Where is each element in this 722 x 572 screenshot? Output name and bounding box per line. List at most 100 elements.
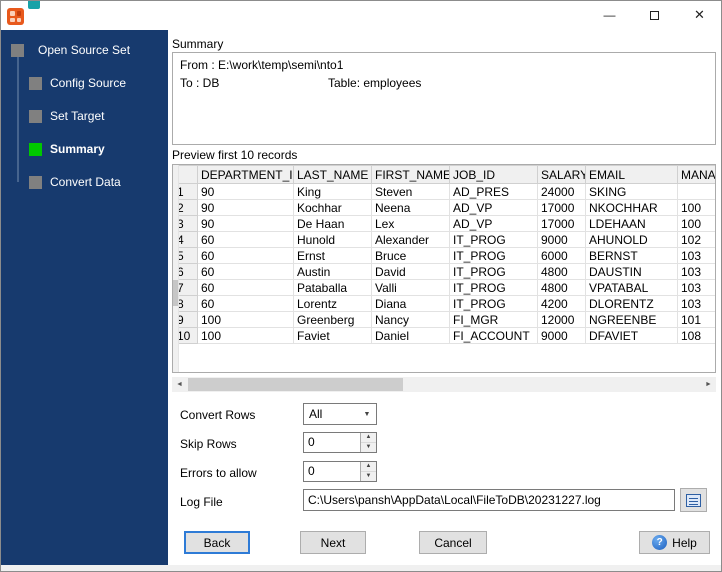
- table-row: 7 60 Pataballa Valli IT_PROG 4800 VPATABAL 103: [173, 279, 715, 296]
- cell: 103: [677, 295, 715, 312]
- cell: IT_PROG: [449, 279, 538, 296]
- minimize-button[interactable]: —: [587, 0, 632, 30]
- wizard-step-summary[interactable]: Summary: [0, 143, 168, 157]
- table-row: 10 100 Faviet Daniel FI_ACCOUNT 9000 DFAVIET 10…: [173, 327, 715, 344]
- preview-grid: DEPARTMENT_ID LAST_NAME FIRST_NAME JOB_ID SA…: [172, 164, 716, 373]
- scroll-right-icon[interactable]: ►: [701, 377, 716, 392]
- skip-rows-stepper[interactable]: 0 ▲ ▼: [303, 432, 377, 453]
- cell: SKING: [585, 183, 678, 200]
- spin-up-icon[interactable]: ▲: [361, 462, 376, 472]
- title-bar: — ✕: [0, 0, 722, 30]
- cell: 4800: [537, 279, 586, 296]
- table-row: 6 60 Austin David IT_PROG 4800 DAUSTIN 103: [173, 263, 715, 280]
- wizard-step-set-target[interactable]: Set Target: [0, 110, 168, 124]
- cell: 108: [677, 327, 715, 344]
- step-status-icon: [29, 77, 42, 90]
- cancel-button-label: Cancel: [434, 535, 472, 550]
- table-row: 5 60 Ernst Bruce IT_PROG 6000 BERNST 103: [173, 247, 715, 264]
- grid-horizontal-scrollbar[interactable]: ◄ ►: [172, 377, 716, 392]
- errors-to-allow-stepper[interactable]: 0 ▲ ▼: [303, 461, 377, 482]
- cell: 90: [197, 183, 294, 200]
- close-button[interactable]: ✕: [677, 0, 722, 30]
- spin-down-icon[interactable]: ▼: [361, 472, 376, 481]
- skip-rows-value: 0: [308, 435, 315, 449]
- cell: AD_PRES: [449, 183, 538, 200]
- cell: 101: [677, 311, 715, 328]
- cancel-button[interactable]: Cancel: [419, 531, 487, 554]
- step-label: Config Source: [50, 76, 127, 90]
- convert-rows-label: Convert Rows: [180, 408, 256, 422]
- spin-up-icon[interactable]: ▲: [361, 433, 376, 443]
- column-header: DEPARTMENT_ID: [197, 165, 294, 184]
- cell: 102: [677, 231, 715, 248]
- cell: Daniel: [371, 327, 450, 344]
- cell: 12000: [537, 311, 586, 328]
- grid-vertical-scrollbar[interactable]: [173, 165, 179, 372]
- cell: 24000: [537, 183, 586, 200]
- cell: Alexander: [371, 231, 450, 248]
- step-label: Summary: [50, 142, 105, 156]
- preview-table: DEPARTMENT_ID LAST_NAME FIRST_NAME JOB_ID SA…: [173, 165, 715, 344]
- table-row: 2 90 Kochhar Neena AD_VP 17000 NKOCHHAR 100: [173, 199, 715, 216]
- step-status-icon: [29, 110, 42, 123]
- cell: 103: [677, 247, 715, 264]
- horizontal-scrollbar-thumb[interactable]: [188, 378, 403, 391]
- step-label: Open Source Set: [38, 43, 131, 57]
- cell: 6000: [537, 247, 586, 264]
- cell: 100: [197, 327, 294, 344]
- log-file-input[interactable]: [303, 489, 675, 511]
- app-icon[interactable]: [7, 8, 24, 25]
- wizard-step-config-source[interactable]: Config Source: [0, 77, 168, 91]
- cell: David: [371, 263, 450, 280]
- summary-table-line: Table: employees: [328, 76, 422, 90]
- help-icon: ?: [652, 535, 668, 550]
- maximize-icon: [650, 10, 659, 20]
- step-status-icon: [11, 44, 24, 57]
- cell: LDEHAAN: [585, 215, 678, 232]
- cell: 4800: [537, 263, 586, 280]
- log-viewer-icon: [686, 493, 701, 507]
- step-status-icon: [29, 176, 42, 189]
- summary-box: From : E:\work\temp\semi\nto1 To : DB Ta…: [172, 52, 716, 145]
- table-row: 3 90 De Haan Lex AD_VP 17000 LDEHAAN 100: [173, 215, 715, 232]
- back-button[interactable]: Back: [184, 531, 250, 554]
- maximize-button[interactable]: [632, 0, 677, 30]
- cell: AD_VP: [449, 215, 538, 232]
- column-header: MANAG: [677, 165, 715, 184]
- cell: 9000: [537, 327, 586, 344]
- column-header: FIRST_NAME: [371, 165, 450, 184]
- cell: Pataballa: [293, 279, 372, 296]
- cell: De Haan: [293, 215, 372, 232]
- spin-down-icon[interactable]: ▼: [361, 443, 376, 452]
- open-log-button[interactable]: [680, 488, 707, 512]
- cell: FI_MGR: [449, 311, 538, 328]
- cell: NKOCHHAR: [585, 199, 678, 216]
- scroll-left-icon[interactable]: ◄: [172, 377, 187, 392]
- cell: VPATABAL: [585, 279, 678, 296]
- cell: 60: [197, 263, 294, 280]
- cell: 17000: [537, 215, 586, 232]
- table-row: 8 60 Lorentz Diana IT_PROG 4200 DLORENTZ 103: [173, 295, 715, 312]
- cell: 90: [197, 215, 294, 232]
- cell: Lorentz: [293, 295, 372, 312]
- cell: 4200: [537, 295, 586, 312]
- cell: Lex: [371, 215, 450, 232]
- step-label: Set Target: [50, 109, 105, 123]
- cell: Ernst: [293, 247, 372, 264]
- column-header: SALARY: [537, 165, 586, 184]
- next-button[interactable]: Next: [300, 531, 366, 554]
- wizard-step-convert-data[interactable]: Convert Data: [0, 176, 168, 190]
- cell: AD_VP: [449, 199, 538, 216]
- grid-vertical-scrollbar-thumb[interactable]: [173, 280, 178, 306]
- convert-rows-dropdown[interactable]: All ▼: [303, 403, 377, 425]
- cell: AHUNOLD: [585, 231, 678, 248]
- cell: Greenberg: [293, 311, 372, 328]
- errors-to-allow-value: 0: [308, 464, 315, 478]
- help-button[interactable]: ? Help: [639, 531, 710, 554]
- wizard-step-open-source-set[interactable]: Open Source Set: [0, 44, 168, 58]
- cell: 90: [197, 199, 294, 216]
- convert-rows-value: All: [309, 407, 323, 421]
- cell: Steven: [371, 183, 450, 200]
- help-button-label: Help: [672, 535, 697, 550]
- secondary-app-icon: [28, 0, 40, 9]
